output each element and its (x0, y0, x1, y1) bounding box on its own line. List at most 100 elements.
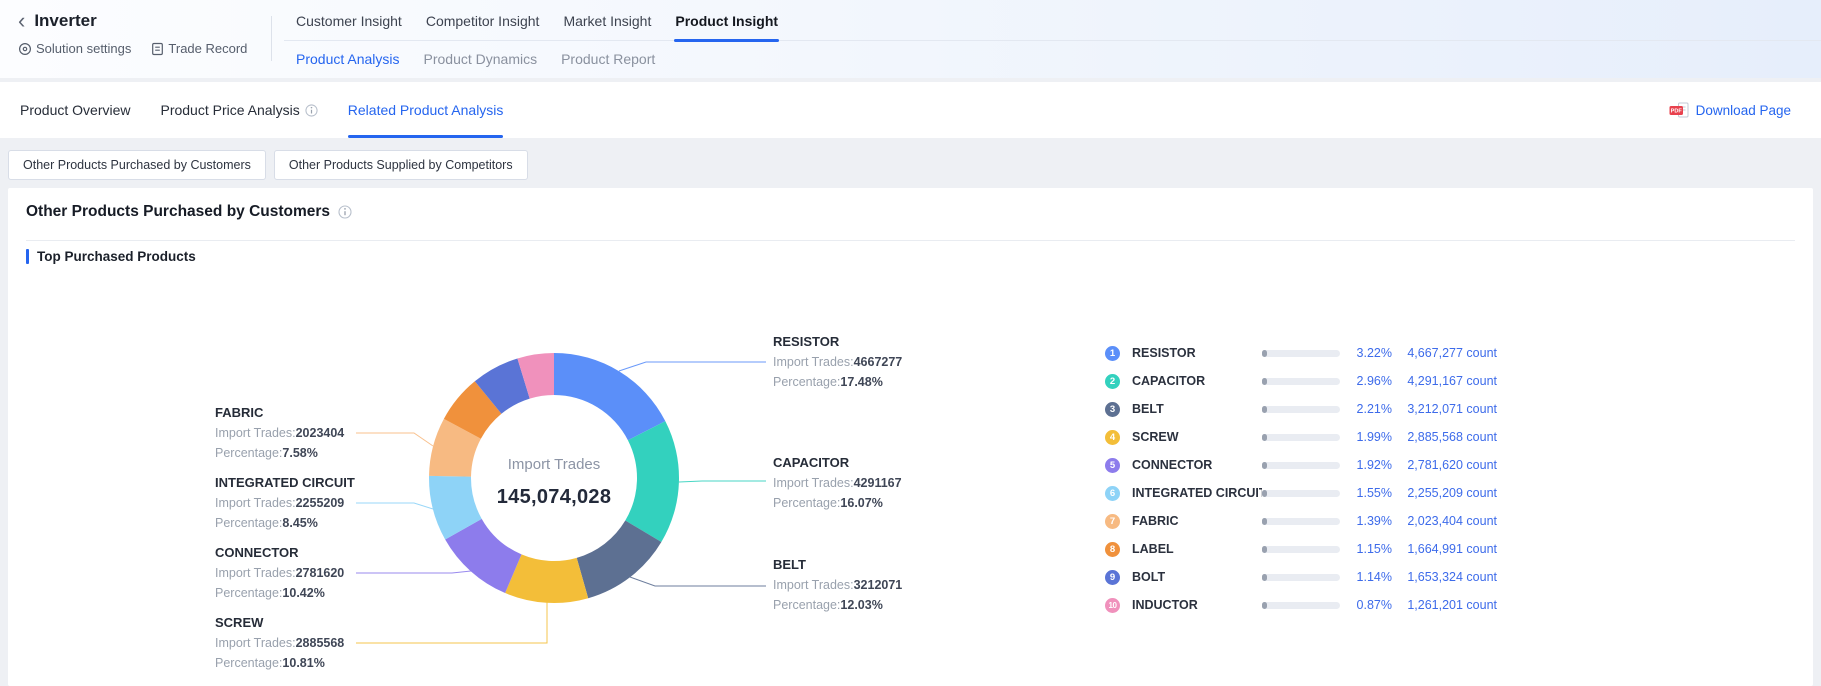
rank-product-name: INTEGRATED CIRCUIT (1132, 486, 1262, 500)
solution-settings-button[interactable]: Solution settings (18, 41, 131, 56)
page-title: Inverter (34, 11, 96, 31)
donut-segment-resistor[interactable] (554, 353, 665, 440)
tab-product-overview[interactable]: Product Overview (20, 82, 130, 138)
rank-count: 2,781,620 count (1392, 458, 1497, 472)
trade-record-button[interactable]: Trade Record (151, 41, 247, 56)
rank-progress-fill (1262, 350, 1267, 357)
rank-progress-bar (1262, 518, 1340, 525)
rank-product-name: SCREW (1132, 430, 1262, 444)
tab-label-product-price-analysis: Product Price Analysis (160, 102, 299, 118)
callout-screw: SCREWImport Trades:2885568Percentage:10.… (215, 613, 425, 673)
download-page-label: Download Page (1696, 103, 1791, 118)
relation-filter-buttons: Other Products Purchased by Customers Oth… (8, 150, 528, 180)
filter-button-other-products-purchased-by-customers[interactable]: Other Products Purchased by Customers (8, 150, 266, 180)
rank-row-bolt[interactable]: 9BOLT1.14%1,653,324 count (1105, 563, 1497, 591)
donut-center: Import Trades 145,074,028 (444, 456, 664, 509)
rank-badge: 8 (1105, 542, 1120, 557)
rank-percentage: 2.21% (1340, 402, 1392, 416)
rank-count: 1,261,201 count (1392, 598, 1497, 612)
back-chevron-icon[interactable]: ‹ (18, 12, 25, 30)
callout-import-trades: Import Trades:2023404 (215, 423, 425, 443)
rank-badge: 7 (1105, 514, 1120, 529)
tabs-underline-divider (284, 40, 1821, 41)
rank-row-capacitor[interactable]: 2CAPACITOR2.96%4,291,167 count (1105, 367, 1497, 395)
main-tab-competitor-insight[interactable]: Competitor Insight (414, 0, 552, 41)
callout-percentage: Percentage:16.07% (773, 493, 983, 513)
filter-button-other-products-supplied-by-competitors[interactable]: Other Products Supplied by Competitors (274, 150, 528, 180)
rank-badge: 3 (1105, 402, 1120, 417)
main-tab-product-insight[interactable]: Product Insight (663, 0, 790, 41)
callout-percentage: Percentage:12.03% (773, 595, 983, 615)
rank-badge: 6 (1105, 486, 1120, 501)
rank-count: 1,664,991 count (1392, 542, 1497, 556)
rank-product-name: CONNECTOR (1132, 458, 1262, 472)
callout-import-trades: Import Trades:2781620 (215, 563, 425, 583)
callout-resistor: RESISTORImport Trades:4667277Percentage:… (773, 332, 983, 392)
rank-product-name: LABEL (1132, 542, 1262, 556)
rank-product-name: CAPACITOR (1132, 374, 1262, 388)
rank-progress-bar (1262, 434, 1340, 441)
callout-product-name: BELT (773, 555, 983, 575)
callout-import-trades: Import Trades:4667277 (773, 352, 983, 372)
rank-row-connector[interactable]: 5CONNECTOR1.92%2,781,620 count (1105, 451, 1497, 479)
rank-row-integrated-circuit[interactable]: 6 INTEGRATED CIRCUIT 1.55%2,255,209 count (1105, 479, 1497, 507)
callout-percentage: Percentage:10.42% (215, 583, 425, 603)
donut-center-label: Import Trades (444, 456, 664, 473)
rank-product-name: BELT (1132, 402, 1262, 416)
settings-icon (18, 42, 32, 56)
rank-row-resistor[interactable]: 1RESISTOR3.22%4,667,277 count (1105, 339, 1497, 367)
tab-product-price-analysis[interactable]: Product Price Analysis (160, 82, 317, 138)
rank-row-fabric[interactable]: 7FABRIC1.39%2,023,404 count (1105, 507, 1497, 535)
callout-import-trades: Import Trades:2885568 (215, 633, 425, 653)
sub-tab-product-report[interactable]: Product Report (549, 44, 667, 74)
section-title: Other Products Purchased by Customers (26, 203, 330, 221)
rank-row-inductor[interactable]: 10INDUCTOR0.87%1,261,201 count (1105, 591, 1497, 619)
rank-percentage: 1.55% (1340, 486, 1392, 500)
callout-percentage: Percentage:8.45% (215, 513, 425, 533)
sub-tab-product-dynamics[interactable]: Product Dynamics (412, 44, 550, 74)
analysis-tabs: Product Overview Product Price Analysis Re… (20, 82, 503, 138)
rank-badge: 4 (1105, 430, 1120, 445)
rank-progress-fill (1262, 378, 1267, 385)
tab-related-product-analysis[interactable]: Related Product Analysis (348, 82, 504, 138)
rank-progress-bar (1262, 490, 1340, 497)
rank-product-name: BOLT (1132, 570, 1262, 584)
rank-row-belt[interactable]: 3BELT2.21%3,212,071 count (1105, 395, 1497, 423)
tab-label-product-overview: Product Overview (20, 102, 130, 118)
sub-tab-product-analysis[interactable]: Product Analysis (284, 44, 412, 74)
main-tab-market-insight[interactable]: Market Insight (551, 0, 663, 41)
download-page-button[interactable]: PDF Download Page (1669, 82, 1791, 138)
rank-count: 4,667,277 count (1392, 346, 1497, 360)
rank-badge: 9 (1105, 570, 1120, 585)
section-info-icon[interactable] (338, 205, 352, 219)
info-icon (305, 104, 318, 117)
callout-product-name: INTEGRATED CIRCUIT (215, 473, 425, 493)
callout-percentage: Percentage:10.81% (215, 653, 425, 673)
main-tab-customer-insight[interactable]: Customer Insight (284, 0, 414, 41)
rank-percentage: 3.22% (1340, 346, 1392, 360)
rank-row-screw[interactable]: 4SCREW1.99%2,885,568 count (1105, 423, 1497, 451)
callout-belt: BELTImport Trades:3212071Percentage:12.0… (773, 555, 983, 615)
subtitle-accent-bar (26, 249, 29, 264)
rank-progress-fill (1262, 546, 1267, 553)
rank-count: 2,255,209 count (1392, 486, 1497, 500)
rank-progress-bar (1262, 406, 1340, 413)
callout-integrated-circuit: INTEGRATED CIRCUITImport Trades:2255209P… (215, 473, 425, 533)
rank-percentage: 1.99% (1340, 430, 1392, 444)
product-sub-tabs: Product AnalysisProduct DynamicsProduct … (284, 44, 667, 74)
chart-subtitle-row: Top Purchased Products (26, 249, 196, 264)
section-divider (26, 240, 1795, 241)
insight-tabs: Customer InsightCompetitor InsightMarket… (284, 0, 790, 41)
rank-progress-bar (1262, 378, 1340, 385)
rank-row-label[interactable]: 8LABEL1.15%1,664,991 count (1105, 535, 1497, 563)
rank-product-name: FABRIC (1132, 514, 1262, 528)
rank-progress-bar (1262, 350, 1340, 357)
leader-line-resistor (619, 362, 766, 371)
callout-import-trades: Import Trades:3212071 (773, 575, 983, 595)
rank-count: 2,023,404 count (1392, 514, 1497, 528)
rank-badge: 2 (1105, 374, 1120, 389)
pdf-icon: PDF (1669, 102, 1690, 119)
rank-count: 1,653,324 count (1392, 570, 1497, 584)
callout-product-name: CAPACITOR (773, 453, 983, 473)
rank-progress-bar (1262, 602, 1340, 609)
